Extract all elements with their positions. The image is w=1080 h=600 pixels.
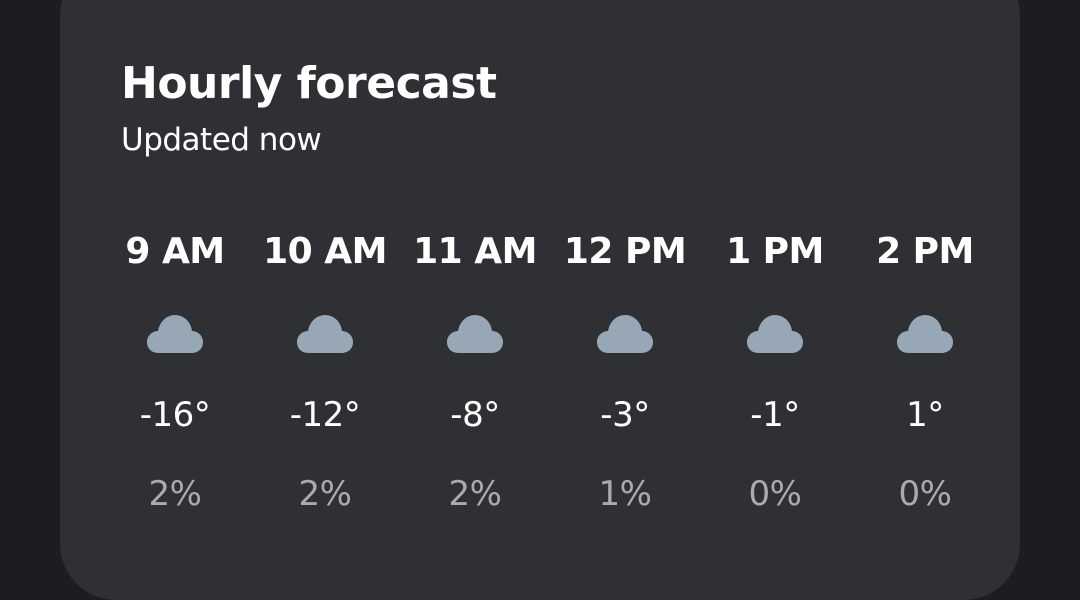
hour-time: 12 PM (563, 231, 687, 272)
hour-precipitation: 0% (898, 474, 952, 514)
cloud-icon (747, 315, 803, 353)
cloud-icon (297, 315, 353, 353)
hour-item: 10 AM -12° 2% (250, 225, 400, 525)
hour-temperature: -12° (289, 395, 361, 435)
hourly-list[interactable]: 9 AM -16° 2% 10 AM -12° 2% 11 AM -8° 2% … (100, 225, 1000, 525)
hour-temperature: -1° (750, 395, 800, 435)
forecast-updated-status: Updated now (121, 122, 322, 158)
hour-time: 9 AM (125, 231, 225, 272)
hour-precipitation: 2% (148, 474, 202, 514)
cloud-icon (897, 315, 953, 353)
hour-precipitation: 0% (748, 474, 802, 514)
hour-time: 1 PM (726, 231, 824, 272)
hour-temperature: -16° (139, 395, 211, 435)
hour-precipitation: 1% (598, 474, 652, 514)
cloud-icon (147, 315, 203, 353)
cloud-icon (597, 315, 653, 353)
hour-item: 1 PM -1° 0% (700, 225, 850, 525)
hour-item: 12 PM -3° 1% (550, 225, 700, 525)
hour-time: 10 AM (263, 231, 387, 272)
hour-precipitation: 2% (448, 474, 502, 514)
forecast-title: Hourly forecast (121, 58, 497, 109)
hour-temperature: -3° (600, 395, 650, 435)
hour-time: 2 PM (876, 231, 974, 272)
hour-temperature: 1° (906, 395, 944, 435)
hour-temperature: -8° (450, 395, 500, 435)
hour-precipitation: 2% (298, 474, 352, 514)
hour-item: 11 AM -8° 2% (400, 225, 550, 525)
hour-item: 9 AM -16° 2% (100, 225, 250, 525)
hour-time: 11 AM (413, 231, 537, 272)
hour-item: 2 PM 1° 0% (850, 225, 1000, 525)
cloud-icon (447, 315, 503, 353)
